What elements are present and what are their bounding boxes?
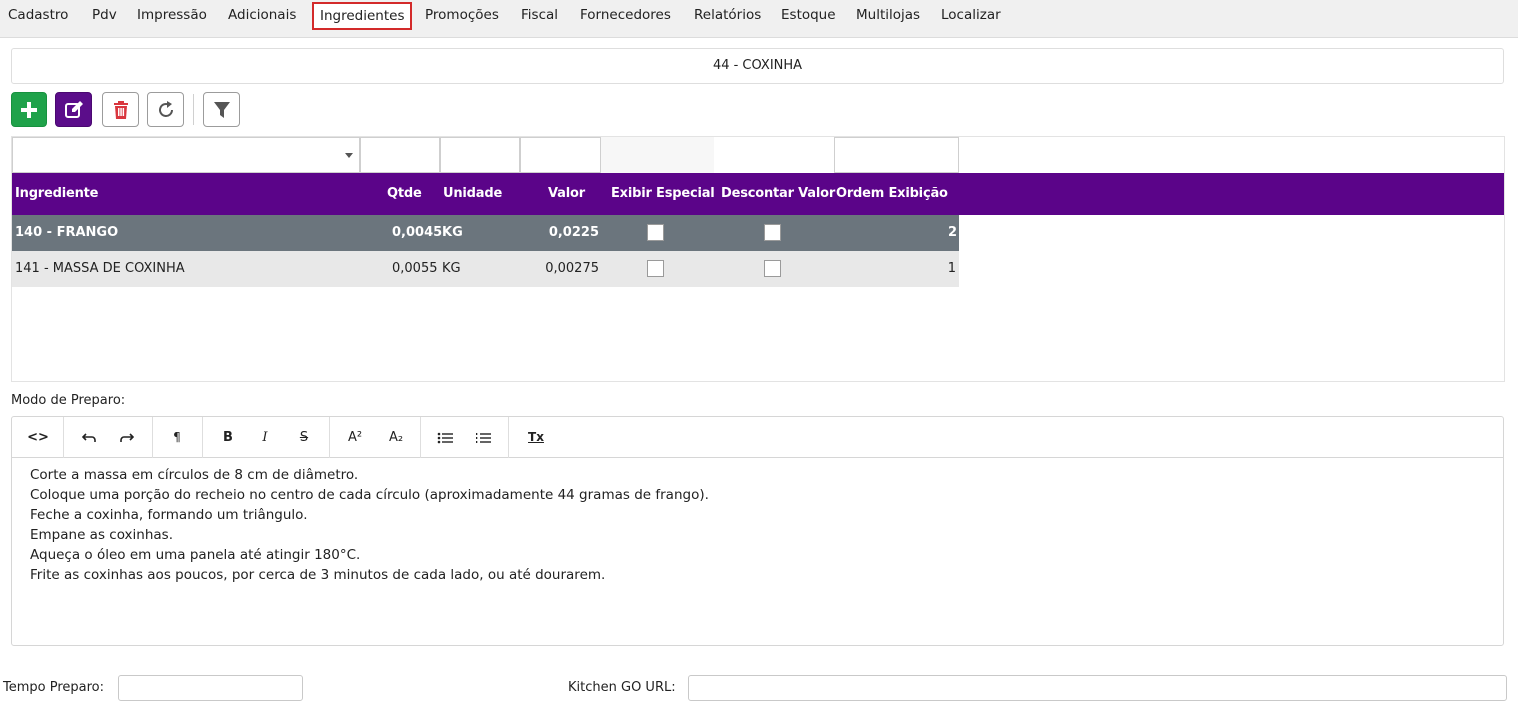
descontar-valor-checkbox[interactable]: [764, 260, 781, 277]
top-tab-bar: Cadastro Pdv Impressão Adicionais Ingred…: [0, 0, 1518, 38]
paragraph-button[interactable]: ¶: [162, 417, 192, 458]
tab-cadastro[interactable]: Cadastro: [8, 0, 68, 38]
bullet-list-button[interactable]: [430, 417, 460, 458]
redo-icon: [120, 432, 135, 442]
kitchen-url-input[interactable]: [688, 675, 1507, 701]
cell-ordem: 2: [947, 225, 957, 240]
filter-ingrediente-select[interactable]: [12, 137, 360, 173]
plus-icon: [21, 101, 37, 118]
numbered-list-button[interactable]: [468, 417, 498, 458]
cell-ordem: 1: [947, 261, 956, 276]
exibir-especial-checkbox[interactable]: [647, 224, 664, 241]
refresh-icon: [158, 100, 173, 117]
modo-preparo-editor[interactable]: <> ¶ B I S A² A₂ Tx Corte a massa em cír…: [11, 416, 1504, 646]
undo-icon: [81, 432, 96, 442]
descontar-valor-checkbox[interactable]: [764, 224, 781, 241]
editor-line: Feche a coxinha, formando um triângulo.: [30, 507, 308, 523]
trash-icon: [113, 100, 128, 119]
kitchen-url-label: Kitchen GO URL:: [568, 680, 676, 695]
toolbar-divider: [202, 417, 203, 458]
edit-icon: [64, 100, 83, 118]
col-ordem-exibicao[interactable]: Ordem Exibição: [836, 173, 948, 215]
filter-icon: [213, 101, 230, 118]
toolbar-divider: [420, 417, 421, 458]
col-exibir-especial[interactable]: Exibir Especial: [611, 173, 715, 215]
toolbar-divider: [63, 417, 64, 458]
tab-adicionais[interactable]: Adicionais: [228, 0, 296, 38]
clear-format-button[interactable]: Tx: [521, 417, 551, 458]
editor-toolbar: <> ¶ B I S A² A₂ Tx: [12, 417, 1503, 458]
table-row[interactable]: 140 - FRANGO 0,0045 KG 0,0225 2: [12, 215, 959, 251]
tab-relatorios[interactable]: Relatórios: [694, 0, 761, 38]
editor-line: Frite as coxinhas aos poucos, por cerca …: [30, 567, 606, 583]
tab-fiscal[interactable]: Fiscal: [521, 0, 558, 38]
modo-preparo-label: Modo de Preparo:: [11, 393, 126, 408]
cell-ingrediente: 141 - MASSA DE COXINHA: [15, 261, 185, 276]
strikethrough-button[interactable]: S: [289, 417, 319, 458]
col-descontar-valor[interactable]: Descontar Valor: [721, 173, 835, 215]
cell-unidade: KG: [442, 225, 463, 240]
superscript-button[interactable]: A²: [340, 417, 370, 458]
cell-valor: 0,0225: [548, 225, 599, 240]
subscript-button[interactable]: A₂: [381, 417, 411, 458]
col-valor[interactable]: Valor: [548, 173, 585, 215]
col-unidade[interactable]: Unidade: [443, 173, 502, 215]
editor-line: Coloque uma porção do recheio no centro …: [30, 487, 709, 503]
toolbar-divider: [152, 417, 153, 458]
tab-promocoes[interactable]: Promoções: [425, 0, 499, 38]
product-title: 44 - COXINHA: [11, 48, 1504, 84]
tab-fornecedores[interactable]: Fornecedores: [580, 0, 671, 38]
cell-unidade: KG: [442, 261, 461, 276]
add-button[interactable]: [11, 92, 47, 127]
toolbar-divider: [329, 417, 330, 458]
filter-button[interactable]: [203, 92, 240, 127]
bold-button[interactable]: B: [213, 417, 243, 458]
tab-localizar[interactable]: Localizar: [941, 0, 1001, 38]
toolbar-divider: [193, 94, 194, 125]
tab-pdv[interactable]: Pdv: [92, 0, 117, 38]
tab-estoque[interactable]: Estoque: [781, 0, 836, 38]
editor-line: Empane as coxinhas.: [30, 527, 173, 543]
tab-impressao[interactable]: Impressão: [137, 0, 207, 38]
undo-button[interactable]: [74, 417, 104, 458]
col-ingrediente[interactable]: Ingrediente: [15, 173, 98, 215]
tab-multilojas[interactable]: Multilojas: [856, 0, 920, 38]
filter-valor-input[interactable]: [520, 137, 601, 173]
tempo-preparo-label: Tempo Preparo:: [3, 680, 105, 695]
tempo-preparo-input[interactable]: [118, 675, 303, 701]
editor-content[interactable]: Corte a massa em círculos de 8 cm de diâ…: [30, 465, 709, 585]
filter-ordem-input[interactable]: [834, 137, 959, 173]
editor-line: Aqueça o óleo em uma panela até atingir …: [30, 547, 361, 563]
refresh-button[interactable]: [147, 92, 184, 127]
numbered-list-icon: [476, 432, 491, 443]
filter-exibir-especial: [601, 137, 714, 173]
italic-button[interactable]: I: [250, 417, 280, 458]
tab-ingredientes[interactable]: Ingredientes: [312, 2, 413, 30]
editor-line: Corte a massa em círculos de 8 cm de diâ…: [30, 467, 359, 483]
col-qtde[interactable]: Qtde: [387, 173, 422, 215]
bullet-list-icon: [437, 432, 453, 443]
chevron-down-icon: [345, 153, 353, 158]
cell-valor: 0,00275: [545, 261, 599, 276]
cell-qtde: 0,0055: [392, 261, 438, 276]
filter-unidade-input[interactable]: [440, 137, 520, 173]
table-row[interactable]: 141 - MASSA DE COXINHA 0,0055 KG 0,00275…: [12, 251, 959, 287]
code-view-button[interactable]: <>: [22, 417, 54, 458]
redo-button[interactable]: [112, 417, 142, 458]
toolbar-divider: [508, 417, 509, 458]
filter-qtde-input[interactable]: [360, 137, 440, 173]
cell-ingrediente: 140 - FRANGO: [15, 225, 119, 240]
cell-qtde: 0,0045: [392, 225, 443, 240]
delete-button[interactable]: [102, 92, 139, 127]
edit-button[interactable]: [55, 92, 92, 127]
exibir-especial-checkbox[interactable]: [647, 260, 664, 277]
